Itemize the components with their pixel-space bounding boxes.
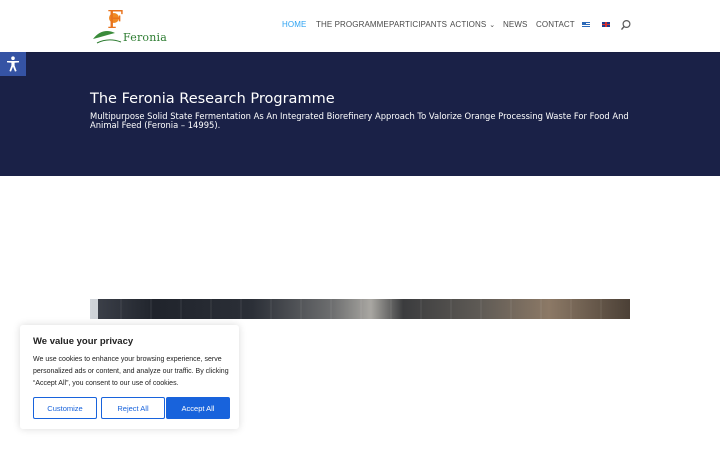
greek-flag-icon[interactable] (582, 22, 590, 27)
search-icon (620, 19, 631, 31)
nav-contact[interactable]: CONTACT (536, 20, 575, 29)
nav-participants[interactable]: PARTICIPANTS (389, 20, 447, 29)
accessibility-icon (7, 56, 19, 72)
chevron-down-icon: ⌄ (489, 22, 496, 29)
site-header: F Feronia HOME THE PROGRAMME PARTICIPANT… (0, 0, 720, 52)
accept-all-button[interactable]: Accept All (166, 397, 230, 419)
nav-the-programme[interactable]: THE PROGRAMME (316, 20, 389, 29)
hero-banner: The Feronia Research Programme Multipurp… (0, 52, 720, 176)
cookie-title: We value your privacy (33, 336, 134, 347)
nav-home[interactable]: HOME (282, 20, 306, 29)
reject-all-button[interactable]: Reject All (101, 397, 165, 419)
accessibility-button[interactable] (0, 52, 26, 76)
cookie-description: We use cookies to enhance your browsing … (33, 356, 229, 387)
main-nav: HOME THE PROGRAMME PARTICIPANTS ACTIONS ⌄… (0, 20, 720, 34)
nav-actions-label: ACTIONS (450, 20, 487, 29)
customize-button[interactable]: Customize (33, 397, 97, 419)
search-button[interactable] (620, 19, 632, 32)
nav-actions[interactable]: ACTIONS ⌄ (450, 20, 495, 29)
nav-news[interactable]: NEWS (503, 20, 527, 29)
page-subtitle: Multipurpose Solid State Fermentation As… (90, 111, 629, 130)
page-title: The Feronia Research Programme (90, 91, 335, 107)
programme-photo (90, 299, 630, 319)
uk-flag-icon[interactable] (602, 22, 610, 27)
cookie-consent-banner: We value your privacy We use cookies to … (20, 325, 239, 429)
